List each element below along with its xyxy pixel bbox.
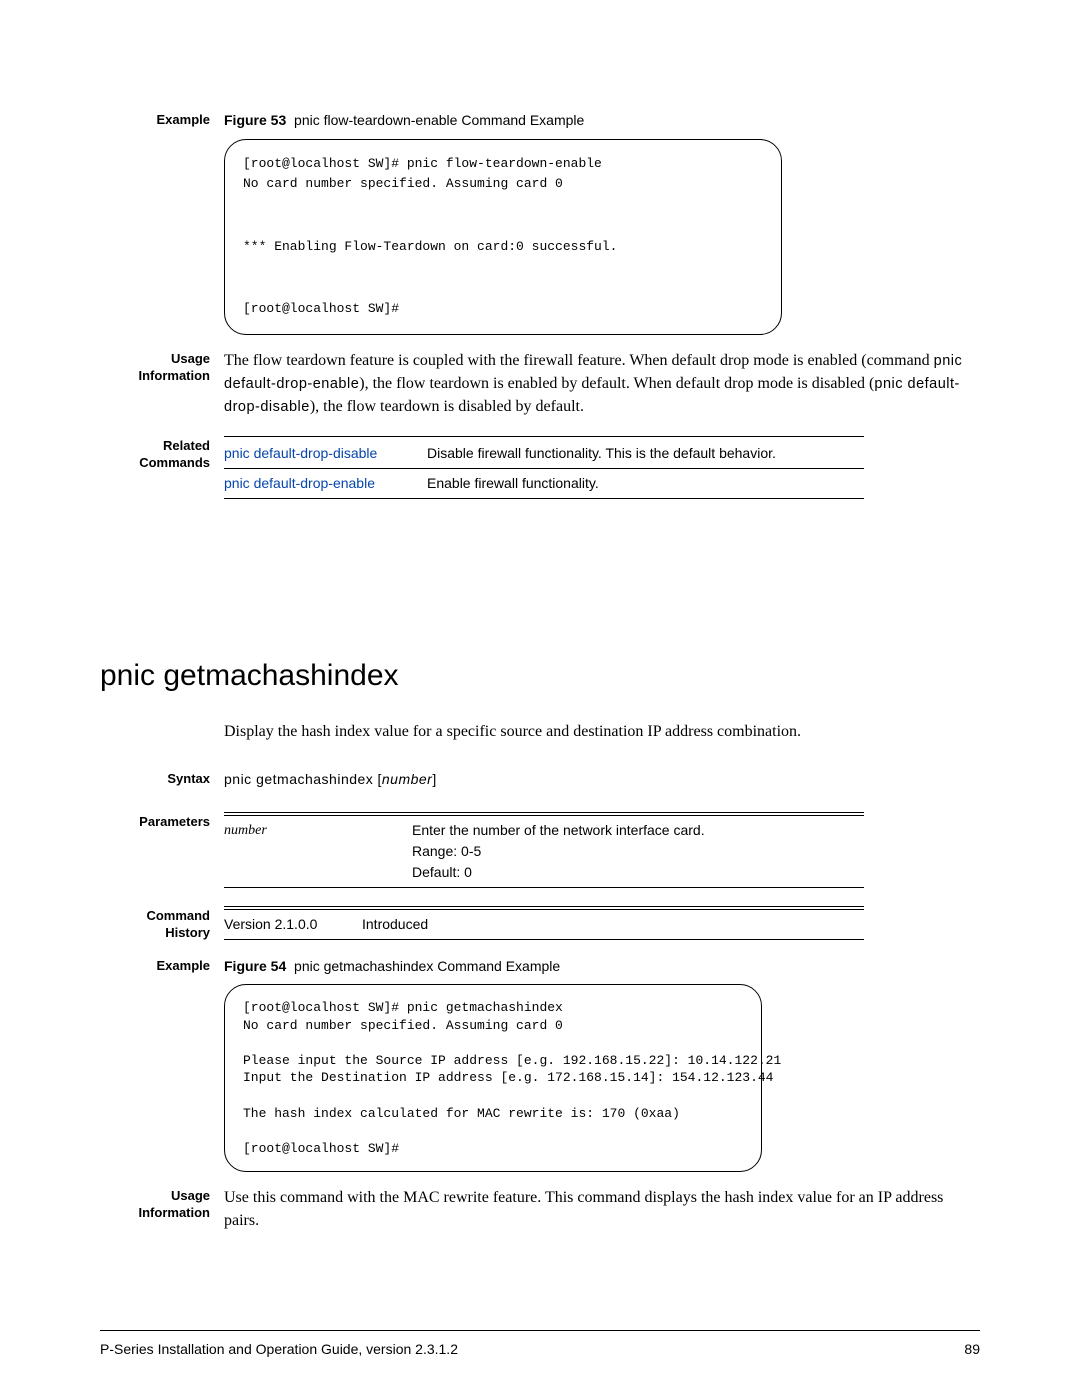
table-row: Version 2.1.0.0 Introduced — [224, 909, 864, 939]
figure-title-1: pnic flow-teardown-enable Command Exampl… — [294, 112, 584, 128]
page-footer: P-Series Installation and Operation Guid… — [100, 1330, 980, 1357]
history-row: Command History Version 2.1.0.0 Introduc… — [100, 906, 980, 942]
figure-number-2: Figure 54 — [224, 958, 286, 974]
parameters-table: number Enter the number of the network i… — [224, 815, 864, 888]
syntax-label: Syntax — [100, 769, 224, 788]
usage-row-2: Usage Information Use this command with … — [100, 1186, 980, 1232]
code-example-2: [root@localhost SW]# pnic getmachashinde… — [224, 984, 762, 1172]
usage-text-1: The flow teardown feature is coupled wit… — [224, 349, 980, 419]
footer-title: P-Series Installation and Operation Guid… — [100, 1341, 458, 1357]
usage-row-1: Usage Information The flow teardown feat… — [100, 349, 980, 419]
related-link-2[interactable]: pnic default-drop-enable — [224, 469, 427, 499]
param-name: number — [224, 815, 412, 887]
related-link-1[interactable]: pnic default-drop-disable — [224, 439, 427, 469]
history-label: Command History — [100, 906, 224, 942]
history-version: Version 2.1.0.0 — [224, 909, 362, 939]
history-table: Version 2.1.0.0 Introduced — [224, 909, 864, 940]
syntax-row: Syntax pnic getmachashindex [number] — [100, 769, 980, 792]
footer-page-number: 89 — [964, 1341, 980, 1357]
figure-caption-1: Figure 53 pnic flow-teardown-enable Comm… — [224, 110, 980, 335]
figure-caption-2: Figure 54 pnic getmachashindex Command E… — [224, 956, 980, 1172]
section-intro: Display the hash index value for a speci… — [224, 723, 980, 741]
table-row: pnic default-drop-enable Enable firewall… — [224, 469, 864, 499]
related-label: Related Commands — [100, 436, 224, 472]
example-row-2: Example Figure 54 pnic getmachashindex C… — [100, 956, 980, 1172]
related-row: Related Commands pnic default-drop-disab… — [100, 436, 980, 499]
table-row: pnic default-drop-disable Disable firewa… — [224, 439, 864, 469]
parameters-label: Parameters — [100, 812, 224, 831]
usage-text-2: Use this command with the MAC rewrite fe… — [224, 1186, 980, 1232]
related-desc-2: Enable firewall functionality. — [427, 469, 864, 499]
section-heading: pnic getmachashindex — [100, 659, 980, 693]
example-label: Example — [100, 110, 224, 129]
usage-label-1: Usage Information — [100, 349, 224, 385]
param-desc: Enter the number of the network interfac… — [412, 815, 864, 887]
page: Example Figure 53 pnic flow-teardown-ena… — [0, 0, 1080, 1397]
example-label-2: Example — [100, 956, 224, 975]
usage-label-2: Usage Information — [100, 1186, 224, 1222]
related-desc-1: Disable firewall functionality. This is … — [427, 439, 864, 469]
code-example-1: [root@localhost SW]# pnic flow-teardown-… — [224, 139, 782, 335]
parameters-row: Parameters number Enter the number of th… — [100, 812, 980, 888]
figure-number-1: Figure 53 — [224, 112, 286, 128]
related-commands-table: pnic default-drop-disable Disable firewa… — [224, 439, 864, 499]
table-row: number Enter the number of the network i… — [224, 815, 864, 887]
syntax-content: pnic getmachashindex [number] — [224, 769, 980, 792]
figure-title-2: pnic getmachashindex Command Example — [294, 958, 560, 974]
history-note: Introduced — [362, 909, 864, 939]
example-row-1: Example Figure 53 pnic flow-teardown-ena… — [100, 110, 980, 335]
